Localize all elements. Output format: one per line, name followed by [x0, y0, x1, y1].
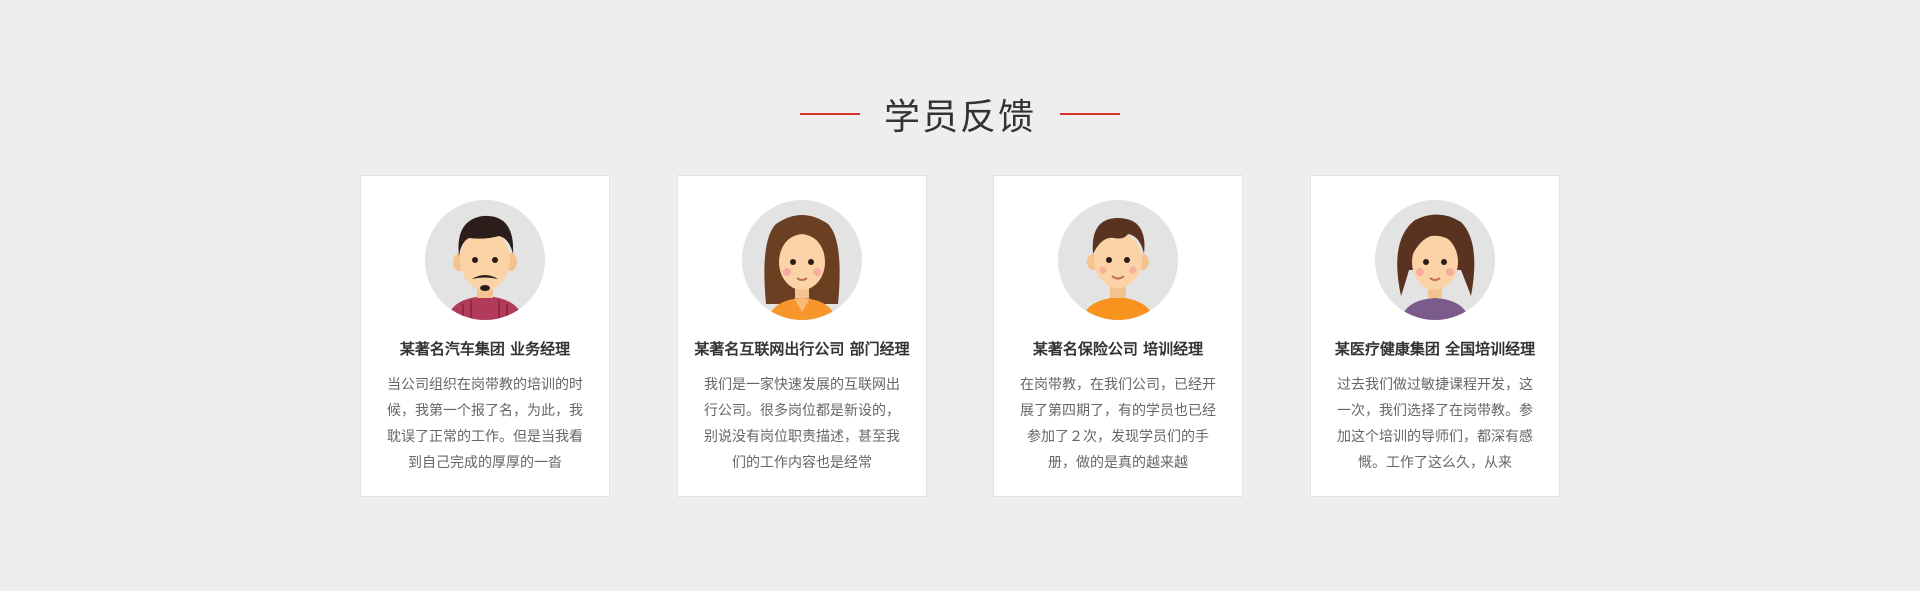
section-title: 学员反馈 [883, 97, 1036, 138]
heading-right-rule [1060, 113, 1120, 115]
testimonial-name: 某著名互联网出行公司 部门经理 [694, 340, 910, 358]
testimonial-quote: 过去我们做过敏捷课程开发，这一次，我们选择了在岗带教。参加这个培训的导师们，都深… [1337, 377, 1533, 471]
heading-left-rule [799, 113, 860, 115]
testimonial-name: 某著名汽车集团 业务经理 [399, 340, 571, 358]
testimonial-name: 某著名保险公司 培训经理 [1032, 340, 1204, 358]
section-heading: 学员反馈 [0, 84, 1920, 144]
testimonial-card[interactable]: 某著名互联网出行公司 部门经理 我们是一家快速发展的互联网出行公司。很多岗位都是… [677, 175, 927, 497]
woman-long-hair-avatar [742, 200, 862, 320]
testimonials-section: 学员反馈 某著名汽车集团 业务经理 当公司组织在岗带教的培训的时候，我第一个报了… [0, 0, 1920, 591]
woman-wavy-hair-avatar [1375, 200, 1495, 320]
testimonial-card[interactable]: 某医疗健康集团 全国培训经理 过去我们做过敏捷课程开发，这一次，我们选择了在岗带… [1310, 175, 1560, 497]
man-with-mustache-avatar [425, 200, 545, 320]
testimonial-quote: 当公司组织在岗带教的培训的时候，我第一个报了名，为此，我耽误了正常的工作。但是当… [387, 377, 583, 471]
testimonial-name: 某医疗健康集团 全国培训经理 [1334, 340, 1536, 358]
testimonial-cards: 某著名汽车集团 业务经理 当公司组织在岗带教的培训的时候，我第一个报了名，为此，… [360, 175, 1560, 497]
testimonial-quote: 我们是一家快速发展的互联网出行公司。很多岗位都是新设的，别说没有岗位职责描述，甚… [704, 377, 900, 471]
testimonial-card[interactable]: 某著名保险公司 培训经理 在岗带教，在我们公司，已经开展了第四期了，有的学员也已… [993, 175, 1243, 497]
young-man-avatar [1058, 200, 1178, 320]
testimonial-quote: 在岗带教，在我们公司，已经开展了第四期了，有的学员也已经参加了２次，发现学员们的… [1020, 377, 1216, 471]
testimonial-card[interactable]: 某著名汽车集团 业务经理 当公司组织在岗带教的培训的时候，我第一个报了名，为此，… [360, 175, 610, 497]
